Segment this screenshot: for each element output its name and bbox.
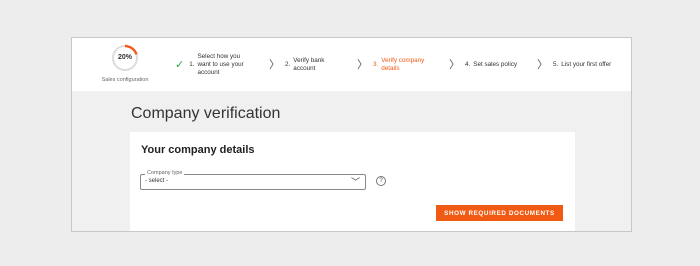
- chevron-down-icon: ﹀: [350, 177, 360, 187]
- step-label: Verify company details: [381, 56, 425, 72]
- step-label: Select how you want to use your account: [197, 52, 244, 76]
- chevron-right-icon: 〉: [269, 58, 280, 71]
- step-4[interactable]: 〉 4. Set sales policy: [449, 38, 517, 91]
- chevron-right-icon: 〉: [357, 58, 368, 71]
- step-number: 2.: [285, 60, 291, 68]
- step-number: 3.: [373, 60, 379, 68]
- step-2[interactable]: 〉 2. Verify bank account: [269, 38, 324, 91]
- step-label: List your first offer: [561, 60, 612, 68]
- chevron-right-icon: 〉: [449, 58, 460, 71]
- step-number: 5.: [553, 60, 559, 68]
- step-number: 1.: [189, 60, 195, 68]
- app-frame: 20% Sales configuration ✓ 1. Select how …: [71, 37, 632, 232]
- step-number: 4.: [465, 60, 471, 68]
- setup-stepper: 20% Sales configuration ✓ 1. Select how …: [72, 38, 631, 91]
- progress-caption: Sales configuration: [101, 77, 149, 83]
- chevron-right-icon: 〉: [537, 58, 548, 71]
- card-title: Your company details: [141, 144, 255, 156]
- step-5[interactable]: 〉 5. List your first offer: [537, 38, 611, 91]
- page-title: Company verification: [131, 105, 281, 122]
- step-label: Set sales policy: [473, 60, 518, 68]
- company-type-label: Company type: [145, 170, 185, 176]
- check-icon: ✓: [175, 58, 185, 71]
- help-icon[interactable]: ?: [376, 176, 386, 186]
- step-label: Verify bank account: [293, 56, 325, 72]
- company-type-value: - select -: [145, 178, 169, 184]
- company-details-card: Your company details Company type - sele…: [130, 132, 575, 231]
- show-required-documents-button[interactable]: Show required documents: [436, 205, 563, 221]
- step-1[interactable]: ✓ 1. Select how you want to use your acc…: [175, 38, 244, 91]
- progress-percent: 20%: [117, 54, 132, 61]
- progress-indicator: 20% Sales configuration: [92, 43, 158, 89]
- step-3[interactable]: 〉 3. Verify company details: [357, 38, 424, 91]
- company-type-select[interactable]: Company type - select - ﹀: [140, 170, 366, 190]
